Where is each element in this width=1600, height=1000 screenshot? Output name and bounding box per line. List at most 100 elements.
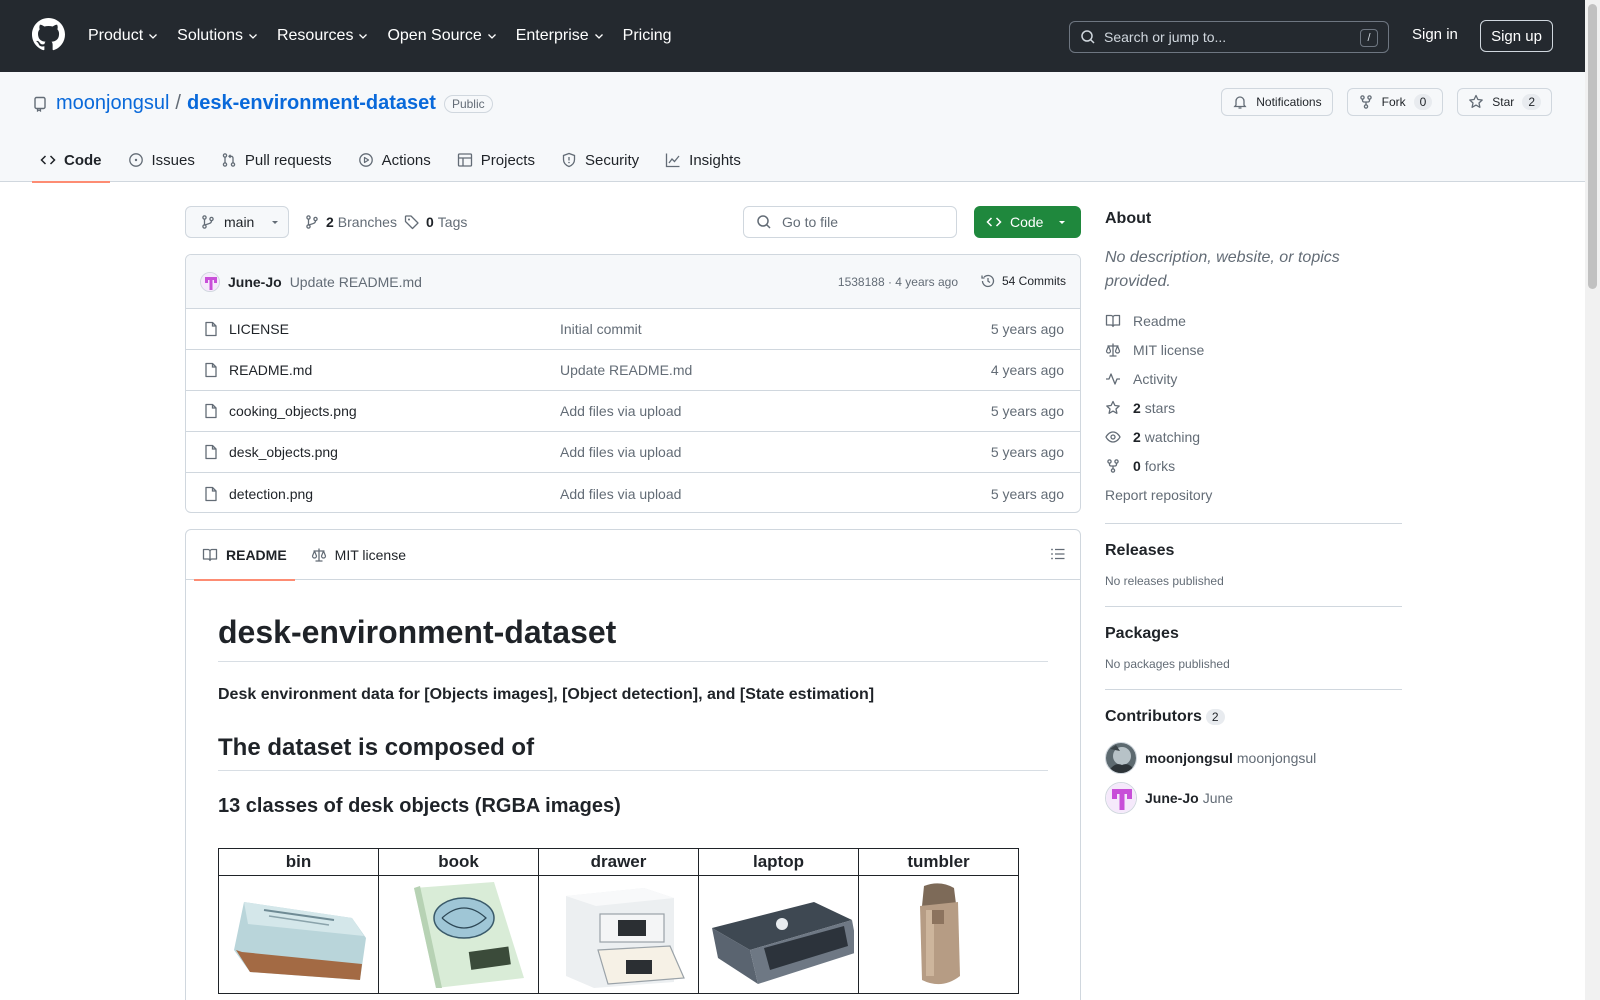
- report-repository-link[interactable]: Report repository: [1105, 480, 1402, 509]
- list-unordered-icon[interactable]: [1050, 546, 1066, 562]
- list-item[interactable]: June-Jo June: [1105, 778, 1402, 818]
- commits-history-link[interactable]: 54 Commits: [980, 273, 1066, 289]
- commit-message-link[interactable]: Update README.md: [290, 274, 422, 290]
- repo-path-separator: /: [175, 92, 181, 114]
- releases-heading[interactable]: Releases: [1105, 542, 1402, 560]
- readme-link[interactable]: Readme: [1105, 306, 1402, 335]
- nav-resources[interactable]: Resources: [277, 27, 369, 45]
- code-button-label: Code: [1010, 214, 1044, 230]
- packages-heading[interactable]: Packages: [1105, 625, 1402, 643]
- repo-name-link[interactable]: desk-environment-dataset: [187, 92, 436, 115]
- star-count: 2: [1522, 94, 1541, 110]
- file-commit-message[interactable]: Initial commit: [560, 321, 642, 337]
- visibility-badge: Public: [443, 94, 493, 113]
- avatar[interactable]: [200, 271, 220, 292]
- file-name-link[interactable]: cooking_objects.png: [229, 403, 357, 419]
- file-commit-message[interactable]: Add files via upload: [560, 403, 681, 419]
- nav-enterprise[interactable]: Enterprise: [516, 27, 605, 45]
- file-name-link[interactable]: README.md: [229, 362, 312, 378]
- stars-link[interactable]: 2 stars: [1105, 393, 1402, 422]
- class-image-laptop: [698, 875, 859, 994]
- file-name-link[interactable]: desk_objects.png: [229, 444, 338, 460]
- nav-open-source[interactable]: Open Source: [387, 27, 497, 45]
- tab-security[interactable]: Security: [553, 138, 647, 182]
- readme-heading-3: 13 classes of desk objects (RGBA images): [218, 795, 621, 817]
- star-button[interactable]: Star 2: [1457, 88, 1552, 116]
- watching-label: watching: [1144, 428, 1201, 445]
- search-placeholder: Search or jump to...: [1104, 29, 1227, 45]
- law-icon: [311, 548, 326, 562]
- global-search-input[interactable]: Search or jump to... /: [1069, 21, 1389, 53]
- table-row[interactable]: README.md Update README.md 4 years ago: [186, 350, 1080, 391]
- tab-readme-label: README: [226, 546, 287, 563]
- code-icon: [40, 155, 56, 165]
- avatar[interactable]: [1105, 782, 1137, 814]
- contributor-login: June-Jo: [1145, 790, 1199, 806]
- tab-insights[interactable]: Insights: [657, 138, 749, 182]
- code-dropdown-button[interactable]: Code: [974, 206, 1081, 238]
- sign-in-link[interactable]: Sign in: [1412, 26, 1458, 43]
- tab-pull-requests[interactable]: Pull requests: [213, 138, 340, 182]
- commits-count: 54 Commits: [1001, 274, 1066, 288]
- tab-code[interactable]: Code: [32, 138, 110, 183]
- tab-actions-label: Actions: [381, 151, 431, 169]
- readme-panel: README MIT license desk-environment-data…: [185, 529, 1081, 1000]
- branches-link[interactable]: 2 Branches: [304, 214, 397, 230]
- book-icon: [1105, 314, 1121, 327]
- file-name-link[interactable]: detection.png: [229, 486, 313, 502]
- bell-icon: [1233, 96, 1247, 109]
- nav-product[interactable]: Product: [88, 27, 159, 45]
- file-icon: [205, 321, 217, 337]
- list-item[interactable]: moonjongsul moonjongsul: [1105, 738, 1402, 778]
- search-icon: [757, 215, 771, 229]
- law-icon: [1105, 343, 1121, 357]
- file-commit-age: 5 years ago: [990, 403, 1064, 419]
- repo-actions: Notifications Fork 0 Star 2: [1207, 88, 1552, 116]
- activity-link[interactable]: Activity: [1105, 364, 1402, 393]
- sign-up-button[interactable]: Sign up: [1480, 20, 1553, 52]
- tag-icon: [404, 215, 419, 230]
- packages-empty-text: No packages published: [1105, 657, 1230, 671]
- watchers-link[interactable]: 2 watching: [1105, 422, 1402, 451]
- repo-title: moonjongsul / desk-environment-dataset P…: [32, 92, 493, 115]
- table-row[interactable]: LICENSE Initial commit 5 years ago: [186, 309, 1080, 350]
- forks-link[interactable]: 0 forks: [1105, 451, 1402, 480]
- search-shortcut-key: /: [1360, 29, 1378, 47]
- repo-owner-link[interactable]: moonjongsul: [56, 92, 169, 115]
- tags-link[interactable]: 0 Tags: [404, 214, 467, 230]
- tab-license[interactable]: MIT license: [303, 530, 414, 580]
- license-link[interactable]: MIT license: [1105, 335, 1402, 364]
- page-scrollbar-thumb[interactable]: [1588, 4, 1597, 289]
- avatar[interactable]: [1105, 742, 1137, 774]
- file-commit-age: 4 years ago: [990, 362, 1064, 378]
- tab-projects[interactable]: Projects: [449, 138, 543, 182]
- branches-count: 2: [326, 214, 334, 230]
- desk-objects-image-table: bin book drawer laptop tumbler: [218, 848, 1019, 994]
- github-logo-icon[interactable]: [32, 18, 65, 51]
- commit-hash-date[interactable]: 1538188 · 4 years ago: [838, 275, 958, 289]
- tab-readme[interactable]: README: [194, 530, 295, 581]
- file-name-link[interactable]: LICENSE: [229, 321, 289, 337]
- nav-solutions[interactable]: Solutions: [177, 27, 259, 45]
- nav-pricing[interactable]: Pricing: [623, 27, 672, 45]
- tab-issues[interactable]: Issues: [120, 138, 203, 182]
- sidebar-divider: [1105, 606, 1402, 607]
- file-commit-message[interactable]: Add files via upload: [560, 444, 681, 460]
- branch-select-button[interactable]: main: [185, 206, 289, 238]
- class-header-drawer: drawer: [538, 848, 699, 876]
- file-commit-message[interactable]: Add files via upload: [560, 486, 681, 502]
- table-row[interactable]: cooking_objects.png Add files via upload…: [186, 391, 1080, 432]
- fork-icon: [1107, 458, 1119, 473]
- fork-button[interactable]: Fork 0: [1346, 88, 1444, 116]
- tab-license-label: MIT license: [334, 546, 406, 563]
- class-header-tumbler: tumbler: [858, 848, 1019, 876]
- go-to-file-input[interactable]: Go to file: [743, 206, 957, 238]
- file-commit-message[interactable]: Update README.md: [560, 362, 692, 378]
- contributor-name: June: [1202, 790, 1234, 806]
- table-row[interactable]: desk_objects.png Add files via upload 5 …: [186, 432, 1080, 473]
- contributors-heading[interactable]: Contributors 2: [1105, 708, 1402, 726]
- commit-author-link[interactable]: June-Jo: [228, 274, 282, 290]
- table-row[interactable]: detection.png Add files via upload 5 yea…: [186, 473, 1080, 512]
- tab-actions[interactable]: Actions: [350, 138, 439, 182]
- notifications-button[interactable]: Notifications: [1221, 88, 1333, 116]
